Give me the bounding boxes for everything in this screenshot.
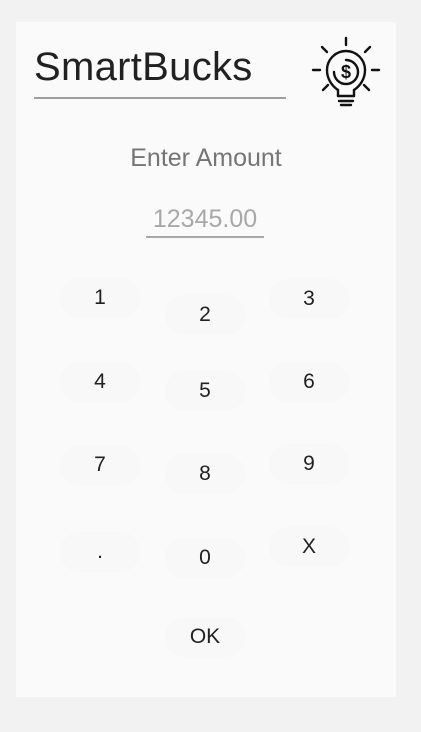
key-3[interactable]: 3 (269, 279, 349, 319)
app-title: SmartBucks (34, 45, 253, 89)
key-4[interactable]: 4 (60, 362, 140, 402)
ok-button[interactable]: OK (165, 617, 245, 657)
key-clear[interactable]: X (269, 527, 349, 567)
key-1[interactable]: 1 (60, 278, 140, 318)
key-8[interactable]: 8 (165, 454, 245, 494)
key-6[interactable]: 6 (269, 362, 349, 402)
key-9[interactable]: 9 (269, 444, 349, 484)
key-5[interactable]: 5 (165, 371, 245, 411)
amount-input[interactable] (146, 202, 264, 238)
svg-text:$: $ (341, 62, 351, 82)
key-7[interactable]: 7 (60, 445, 140, 485)
key-decimal[interactable]: . (60, 532, 140, 572)
main-card: SmartBucks $ Enter Amount 1 2 3 4 5.00 1… (16, 22, 396, 697)
lightbulb-dollar-icon[interactable]: $ (310, 36, 382, 108)
key-0[interactable]: 0 (165, 538, 245, 578)
title-underline (34, 97, 286, 99)
key-2[interactable]: 2 (165, 295, 245, 335)
enter-amount-label: Enter Amount (130, 144, 282, 172)
